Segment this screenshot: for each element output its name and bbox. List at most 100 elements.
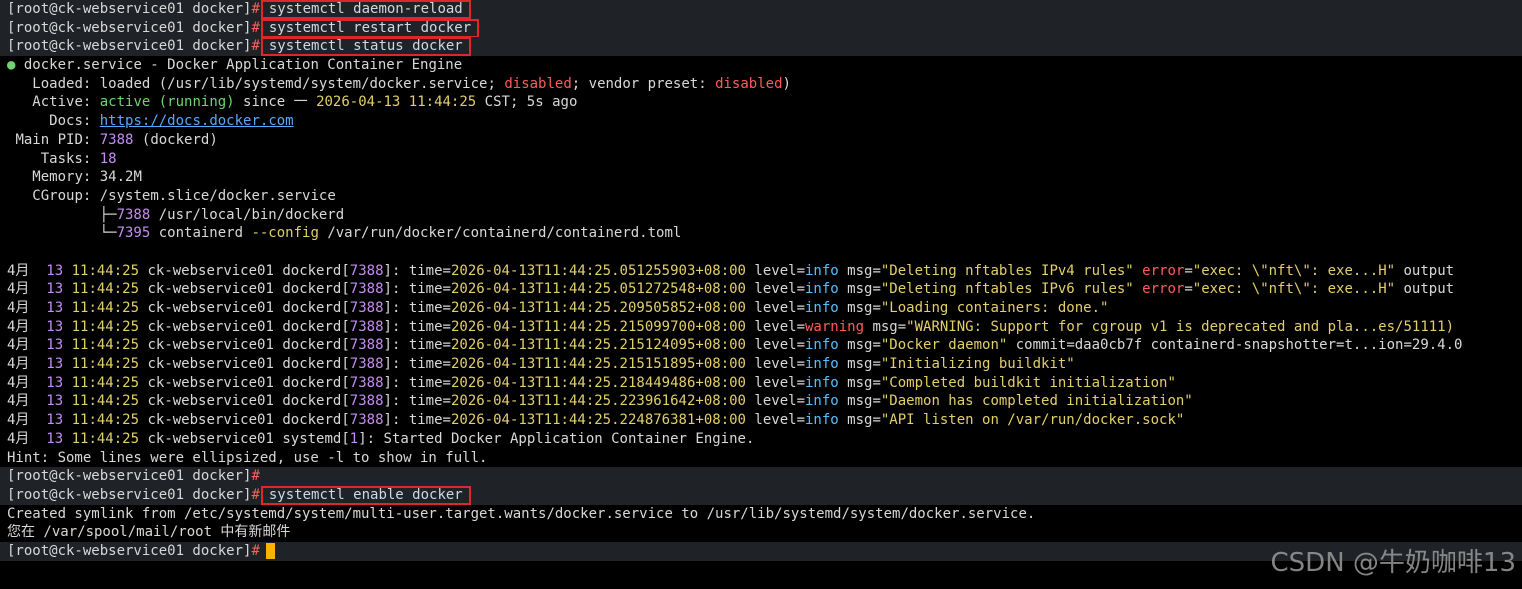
process-flag: --config xyxy=(251,225,319,242)
log-day: 13 xyxy=(46,318,64,335)
vendor-preset-state: disabled xyxy=(715,75,783,92)
log-time: 2026-04-13T11:44:25.215151895+08:00 xyxy=(450,356,746,373)
log-time: 2026-04-13T11:44:25.209505852+08:00 xyxy=(450,300,746,316)
log-level-key: level= xyxy=(754,374,805,391)
log-host: ck-webservice01 xyxy=(147,412,274,429)
log-msg: "Initializing buildkit" xyxy=(880,356,1075,373)
log-msg: "WARNING: Support for cgroup v1 is depre… xyxy=(906,318,1455,335)
process-command: /usr/local/bin/dockerd xyxy=(150,206,345,223)
vendor-preset-label: ; vendor preset: xyxy=(571,75,707,92)
log-clock: 11:44:25 xyxy=(71,374,140,391)
log-msg-key: msg= xyxy=(847,281,881,298)
log-month: 4月 xyxy=(7,337,30,354)
process-command: containerd xyxy=(150,225,252,242)
journal-log-line: 4月 13 11:44:25 ck-webservice01 dockerd[7… xyxy=(7,356,1075,373)
active-elapsed: CST; 5s ago xyxy=(484,94,578,111)
log-host: ck-webservice01 xyxy=(147,262,274,279)
log-message: : Started Docker Application Container E… xyxy=(366,430,755,447)
log-time-key: time= xyxy=(408,318,451,335)
log-time-key: time= xyxy=(408,356,451,373)
log-day: 13 xyxy=(46,412,64,429)
journal-log-line: 4月 13 11:44:25 ck-webservice01 dockerd[7… xyxy=(7,393,1193,410)
log-proc: systemd xyxy=(282,430,342,447)
prompt: [root@ck-webservice01 docker] xyxy=(7,19,252,36)
loaded-path: loaded (/usr/lib/systemd/system/docker.s… xyxy=(99,75,496,92)
log-time-key: time= xyxy=(408,393,451,410)
log-day: 13 xyxy=(46,262,64,279)
command-enable: systemctl enable docker xyxy=(260,485,471,505)
journal-log-line: 4月 13 11:44:25 ck-webservice01 dockerd[7… xyxy=(7,281,1455,298)
log-clock: 11:44:25 xyxy=(71,412,140,429)
log-pid: 7388 xyxy=(349,412,384,429)
active-label: Active: xyxy=(32,94,92,111)
pid-value: 7388 xyxy=(99,131,134,148)
prompt: [root@ck-webservice01 docker] xyxy=(7,468,252,485)
log-level-key: level= xyxy=(754,393,805,410)
log-host: ck-webservice01 xyxy=(147,356,274,373)
log-level: warning xyxy=(805,318,865,335)
log-msg-key: msg= xyxy=(847,356,881,373)
log-level: info xyxy=(805,262,839,279)
log-host: ck-webservice01 xyxy=(147,281,274,298)
log-level: info xyxy=(805,374,839,391)
log-month: 4月 xyxy=(7,393,30,410)
log-host: ck-webservice01 xyxy=(147,393,274,410)
log-level: info xyxy=(805,356,839,373)
command-daemon-reload: systemctl daemon-reload xyxy=(260,0,471,19)
log-time-key: time= xyxy=(408,281,451,298)
log-day: 13 xyxy=(46,300,64,316)
log-host: ck-webservice01 xyxy=(147,374,274,391)
journal-log-line: 4月 13 11:44:25 ck-webservice01 dockerd[7… xyxy=(7,412,1185,429)
log-msg: "Docker daemon" xyxy=(880,337,1008,354)
log-level-key: level= xyxy=(754,356,805,373)
log-tail: output xyxy=(1395,281,1455,298)
log-level-key: level= xyxy=(754,300,805,316)
status-active-line: Active: active (running) since 一 2026-04… xyxy=(0,93,1522,112)
prompt-line-empty: [root@ck-webservice01 docker]# xyxy=(0,467,1522,486)
log-time-key: time= xyxy=(408,337,451,354)
log-proc: dockerd xyxy=(282,318,342,335)
log-day: 13 xyxy=(46,281,64,298)
prompt-line-enable: [root@ck-webservice01 docker]# systemctl … xyxy=(0,485,1522,505)
prompt-hash: # xyxy=(251,19,260,36)
docs-link[interactable]: https://docs.docker.com xyxy=(100,113,294,129)
log-time: 2026-04-13T11:44:25.051255903+08:00 xyxy=(450,262,746,279)
tree-branch: └─ xyxy=(99,225,117,242)
journal-log-line: 4月 13 11:44:25 ck-webservice01 dockerd[7… xyxy=(7,337,1463,354)
status-unit-line: ● docker.service - Docker Application Co… xyxy=(0,56,1522,75)
log-level-key: level= xyxy=(754,262,805,279)
log-level: info xyxy=(805,337,839,354)
loaded-close: ) xyxy=(782,75,791,92)
terminal-window[interactable]: [root@ck-webservice01 docker]# systemctl … xyxy=(0,0,1522,589)
log-host: ck-webservice01 xyxy=(147,318,274,335)
log-error-value: "exec: \"nft\": exe...H" xyxy=(1192,281,1396,298)
log-clock: 11:44:25 xyxy=(71,262,140,279)
memory-label: Memory: xyxy=(32,169,92,186)
log-msg-key: msg= xyxy=(847,262,881,279)
log-proc: dockerd xyxy=(282,412,342,429)
log-level-key: level= xyxy=(754,318,805,335)
log-proc: dockerd xyxy=(282,393,342,410)
prompt: [root@ck-webservice01 docker] xyxy=(7,542,252,559)
log-msg-key: msg= xyxy=(847,337,881,354)
log-day: 13 xyxy=(46,356,64,373)
log-clock: 11:44:25 xyxy=(71,300,140,316)
active-state: active (running) xyxy=(99,94,235,111)
tree-branch: ├─ xyxy=(99,206,117,223)
log-level-key: level= xyxy=(754,337,805,354)
log-time: 2026-04-13T11:44:25.218449486+08:00 xyxy=(450,374,746,391)
log-clock: 11:44:25 xyxy=(71,430,140,447)
log-pid: 7388 xyxy=(349,393,384,410)
log-month: 4月 xyxy=(7,281,30,298)
log-time: 2026-04-13T11:44:25.215124095+08:00 xyxy=(450,337,746,354)
log-time-key: time= xyxy=(408,262,451,279)
log-level: info xyxy=(805,300,839,316)
log-month: 4月 xyxy=(7,356,30,373)
log-month: 4月 xyxy=(7,262,30,279)
log-level: info xyxy=(805,412,839,429)
log-proc: dockerd xyxy=(282,337,342,354)
tasks-value: 18 xyxy=(99,150,117,167)
text-cursor[interactable] xyxy=(265,542,275,559)
prompt-line-daemon-reload: [root@ck-webservice01 docker]# systemctl … xyxy=(0,0,1522,19)
log-day: 13 xyxy=(46,430,64,447)
